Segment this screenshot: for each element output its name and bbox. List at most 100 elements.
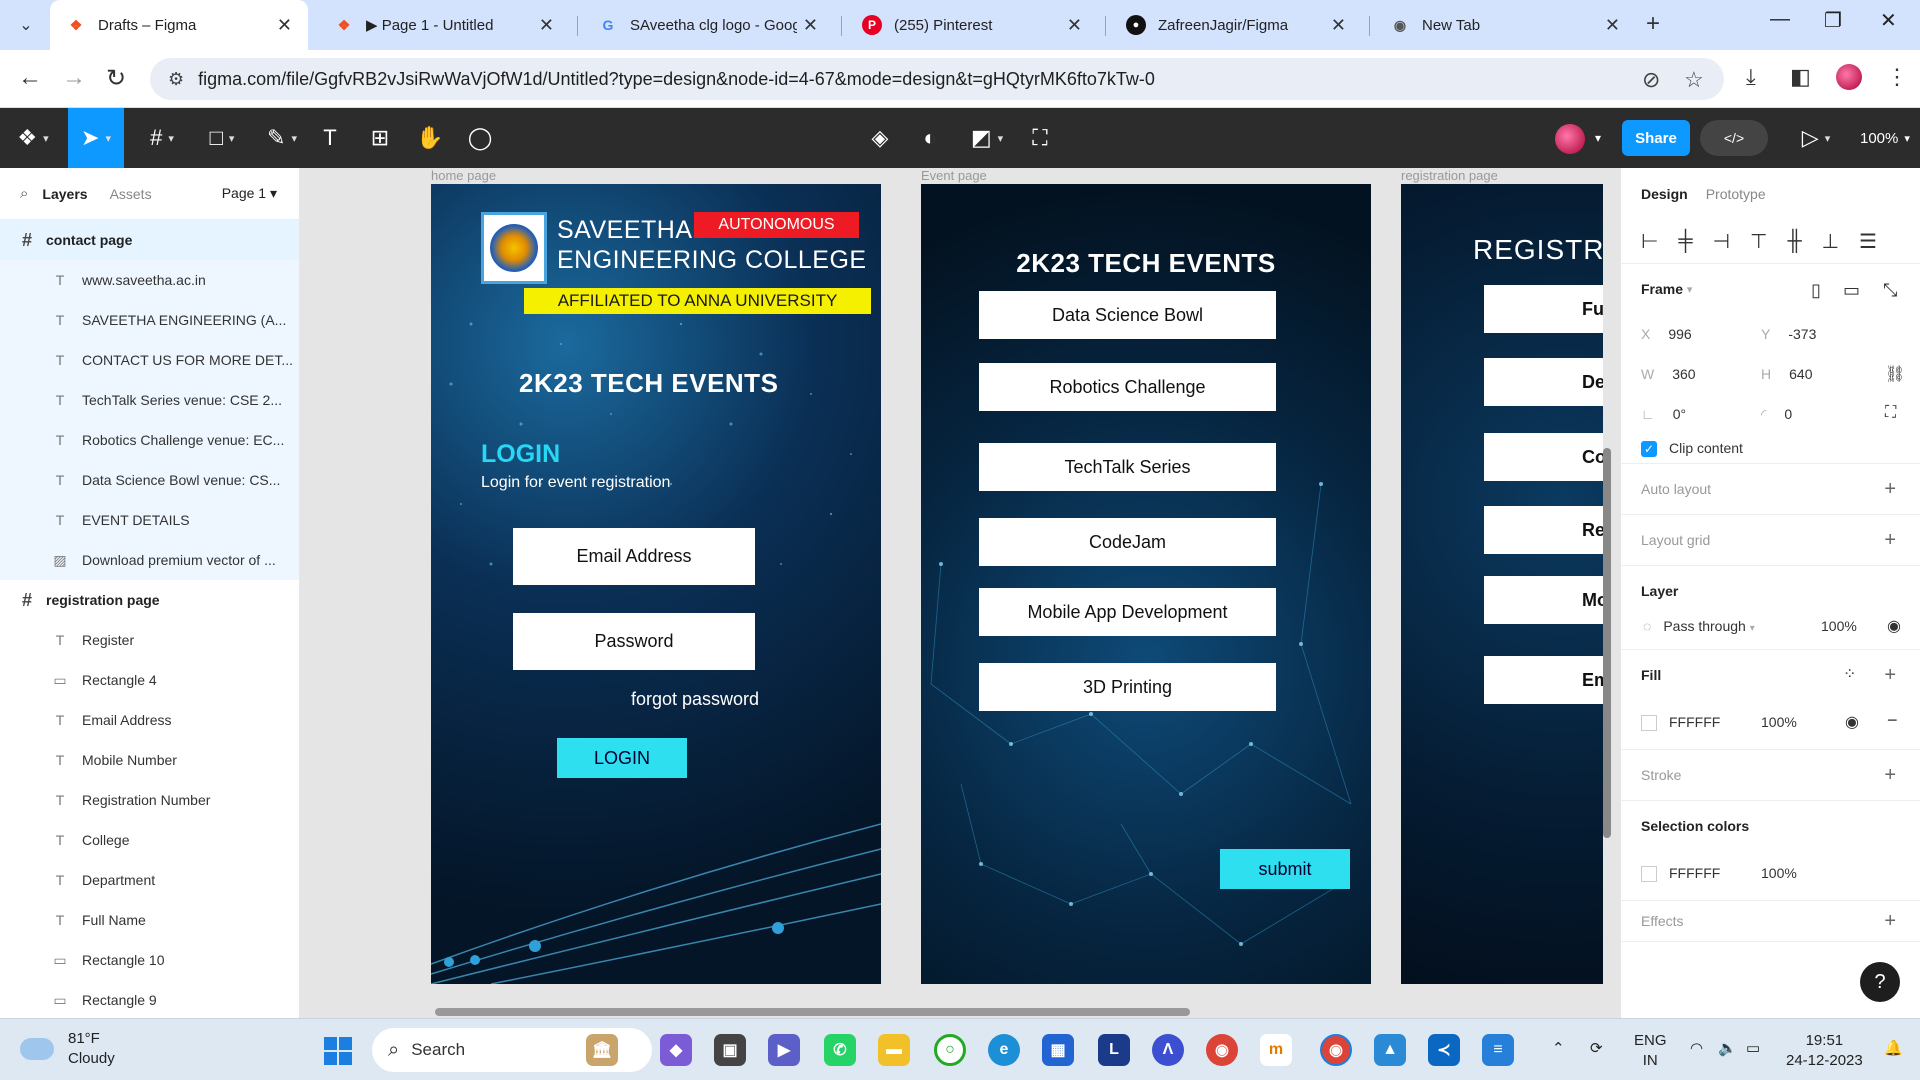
url-text[interactable]: figma.com/file/GgfvRB2vJsiRwWaVjOfW1d/Un…	[198, 69, 1155, 90]
moodle-icon[interactable]: m	[1260, 1034, 1292, 1066]
teams-icon[interactable]: ▶	[768, 1034, 800, 1066]
notepad-icon[interactable]: ≡	[1482, 1034, 1514, 1066]
window-close-icon[interactable]: ✕	[1880, 8, 1897, 33]
close-icon[interactable]: ✕	[1605, 15, 1620, 36]
password-field[interactable]: Password	[513, 613, 755, 670]
battery-icon[interactable]: ▭	[1746, 1039, 1760, 1059]
frame-label-registration[interactable]: registration page	[1401, 168, 1498, 183]
maximize-icon[interactable]: ❐	[1824, 8, 1842, 33]
align-left-icon[interactable]: ⊢	[1641, 229, 1658, 254]
add-stroke-icon[interactable]: +	[1884, 764, 1896, 787]
eye-icon[interactable]: ◉	[1887, 616, 1901, 636]
registration-field[interactable]: Co	[1484, 433, 1603, 481]
tab-new-tab[interactable]: ◉ New Tab ✕	[1374, 0, 1636, 50]
components-icon[interactable]: ◈	[864, 108, 896, 168]
site-info-icon[interactable]: ⚙	[168, 69, 184, 90]
side-panel-icon[interactable]: ◧	[1790, 64, 1811, 90]
layout-grid-header[interactable]: Layout grid +	[1621, 515, 1920, 565]
clock[interactable]: 19:51 24-12-2023	[1786, 1031, 1863, 1071]
layer-row[interactable]: T Mobile Number	[0, 740, 299, 780]
dev-mode-toggle[interactable]: </>	[1700, 120, 1768, 156]
remove-fill-icon[interactable]: −	[1887, 710, 1898, 731]
forward-arrow-icon[interactable]: →	[62, 64, 86, 92]
align-middle-icon[interactable]: ╫	[1787, 230, 1801, 253]
frame-label-event[interactable]: Event page	[921, 168, 987, 183]
add-auto-layout-icon[interactable]: +	[1884, 478, 1896, 501]
new-tab-button[interactable]: +	[1646, 10, 1660, 38]
page-selector[interactable]: Page 1 ▾	[222, 185, 277, 202]
chevron-up-icon[interactable]: ⌃	[1552, 1039, 1565, 1059]
event-option[interactable]: Mobile App Development	[979, 588, 1276, 636]
layer-row[interactable]: Twww.saveetha.ac.in	[0, 260, 299, 300]
layer-row[interactable]: T Full Name	[0, 900, 299, 940]
event-option[interactable]: Data Science Bowl	[979, 291, 1276, 339]
independent-corners-icon[interactable]: ⛶	[1885, 404, 1896, 422]
registration-field[interactable]: Depa	[1484, 358, 1603, 406]
boolean-icon[interactable]: ◩ ▾	[964, 108, 1010, 168]
align-top-icon[interactable]: ⊤	[1750, 229, 1767, 254]
present-play-icon[interactable]: ▷ ▾	[1796, 108, 1836, 168]
selection-color-field[interactable]: FFFFFF	[1641, 865, 1720, 883]
close-icon[interactable]: ✕	[277, 15, 292, 36]
layer-row[interactable]: ▭ Rectangle 9	[0, 980, 299, 1020]
h-field[interactable]: H 640	[1761, 366, 1812, 382]
layer-row[interactable]: T SAVEETHA ENGINEERING (A...	[0, 300, 299, 340]
wifi-icon[interactable]: ◠	[1690, 1039, 1703, 1059]
close-icon[interactable]: ✕	[803, 15, 818, 36]
tab-design[interactable]: Design	[1641, 186, 1688, 202]
constrain-proportions-icon[interactable]: ⛓	[1885, 364, 1905, 384]
event-option[interactable]: CodeJam	[979, 518, 1276, 566]
store-icon[interactable]: ▦	[1042, 1034, 1074, 1066]
event-option[interactable]: TechTalk Series	[979, 443, 1276, 491]
home-page-frame[interactable]: SAVEETHA ENGINEERING COLLEGE AUTONOMOUS …	[431, 184, 881, 984]
text-tool-icon[interactable]: T	[314, 108, 346, 168]
tab-page1[interactable]: ❖ ▶ Page 1 - Untitled ✕	[318, 0, 570, 50]
align-center-h-icon[interactable]: ╪	[1678, 230, 1692, 253]
rotation-field[interactable]: ∟ 0°	[1641, 406, 1686, 422]
volume-icon[interactable]: 🔈	[1718, 1039, 1737, 1059]
help-button[interactable]: ?	[1860, 962, 1900, 1002]
layer-row[interactable]: ▭ Rectangle 10	[0, 940, 299, 980]
pen-tool-icon[interactable]: ✎ ▾	[254, 108, 310, 168]
align-bottom-icon[interactable]: ⊥	[1822, 229, 1839, 254]
menu-dots-icon[interactable]: ⋮	[1886, 64, 1908, 90]
layer-row[interactable]: T EVENT DETAILS	[0, 500, 299, 540]
back-arrow-icon[interactable]: ←	[18, 64, 42, 92]
copilot-icon[interactable]: ◆	[660, 1034, 692, 1066]
tab-figma-drafts[interactable]: ❖ Drafts – Figma ✕	[50, 0, 308, 50]
zoom-dropdown[interactable]: 100% ▾	[1860, 108, 1910, 168]
layer-frame-row[interactable]: # registration page	[0, 580, 299, 620]
layer-row[interactable]: T Register	[0, 620, 299, 660]
layer-row[interactable]: T Department	[0, 860, 299, 900]
tab-search-icon[interactable]: ⌄	[8, 8, 44, 42]
close-icon[interactable]: ✕	[1067, 15, 1082, 36]
reload-icon[interactable]: ↻	[106, 64, 126, 93]
no-camera-icon[interactable]: ⊘	[1642, 67, 1660, 93]
arc-app-icon[interactable]: Λ	[1152, 1034, 1184, 1066]
registration-page-frame[interactable]: REGISTRAT Full l Depa Co Registra Mobile Emai…	[1401, 184, 1603, 984]
blend-mode-dropdown[interactable]: ◌ Pass through ▾	[1643, 618, 1755, 634]
registration-field[interactable]: Full l	[1484, 285, 1603, 333]
language-indicator[interactable]: ENG IN	[1634, 1031, 1667, 1071]
submit-button[interactable]: submit	[1220, 849, 1350, 889]
shape-tool-icon[interactable]: □ ▾	[194, 108, 250, 168]
color-swatch[interactable]	[1641, 866, 1657, 883]
weather-widget[interactable]: 81°F Cloudy	[20, 1029, 115, 1069]
chevron-down-icon[interactable]: ▾	[1588, 108, 1608, 168]
chrome-icon[interactable]: ◉	[1206, 1034, 1238, 1066]
sync-icon[interactable]: ⟳	[1590, 1039, 1603, 1059]
tab-github[interactable]: ● ZafreenJagir/Figma ✕	[1110, 0, 1362, 50]
share-button[interactable]: Share	[1622, 120, 1690, 156]
eye-icon[interactable]: ◉	[1845, 712, 1859, 732]
search-icon[interactable]: ⌕	[20, 185, 28, 202]
x-field[interactable]: X 996	[1641, 326, 1692, 342]
address-bar[interactable]: ⚙ figma.com/file/GgfvRB2vJsiRwWaVjOfW1d/…	[150, 58, 1724, 100]
email-field[interactable]: Email Address	[513, 528, 755, 585]
bookmark-star-icon[interactable]: ☆	[1684, 67, 1704, 93]
layer-row[interactable]: T Registration Number	[0, 780, 299, 820]
design-canvas[interactable]: home page Event page registration page S…	[300, 168, 1620, 1018]
layer-row[interactable]: T College	[0, 820, 299, 860]
event-option[interactable]: 3D Printing	[979, 663, 1276, 711]
download-icon[interactable]: ⤓	[1746, 64, 1756, 90]
layer-row[interactable]: T Robotics Challenge venue: EC...	[0, 420, 299, 460]
